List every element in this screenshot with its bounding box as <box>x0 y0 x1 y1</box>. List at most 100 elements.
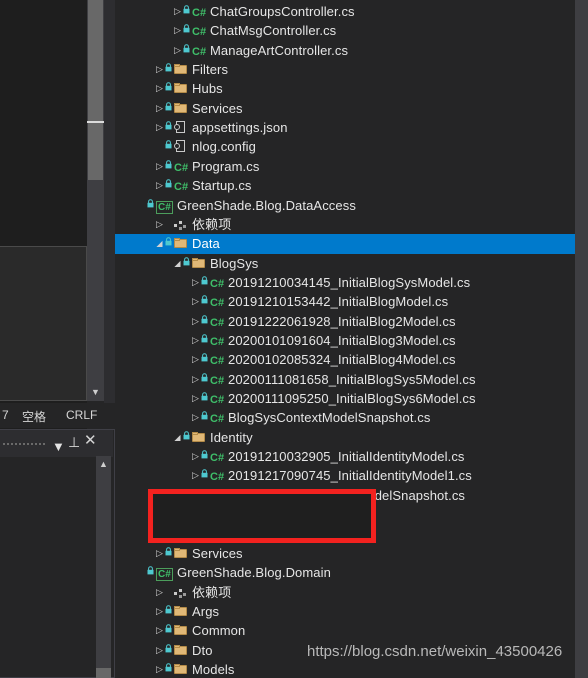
tree-item[interactable]: ▷ C# 20200111095250_InitialBlogSys6Model.c… <box>115 389 575 408</box>
solution-explorer-vertical-scrollbar[interactable] <box>575 0 588 678</box>
chevron-right-icon[interactable]: ▷ <box>190 466 201 485</box>
tree-item[interactable]: ◢ Identity <box>115 428 575 447</box>
lock-icon <box>165 621 174 640</box>
chevron-right-icon[interactable]: ▷ <box>154 99 165 118</box>
tree-item[interactable]: ▷ Filters <box>115 60 575 79</box>
csharp-file-icon: C# <box>192 7 207 19</box>
chevron-down-icon[interactable]: ◢ <box>172 254 183 273</box>
tree-item[interactable]: ▷ C# BlogSysContextModelSnapshot.cs <box>115 408 575 427</box>
tree-item[interactable]: ▷ C# Program.cs <box>115 157 575 176</box>
csharp-file-icon: C# <box>210 374 225 387</box>
tree-item[interactable]: ◢ Data <box>115 234 575 254</box>
tree-item[interactable]: ▷ C# 20200111081658_InitialBlogSys5Model.c… <box>115 370 575 389</box>
csharp-file-icon: C# <box>210 394 225 406</box>
tree-item-label: 依赖项 <box>192 584 232 600</box>
solution-explorer-tree[interactable]: ▷ C# ChatGroupsController.cs ▷ C# ChatMsgCont… <box>115 0 575 678</box>
tree-item[interactable]: ▷ Services <box>115 544 575 563</box>
chevron-right-icon[interactable]: ▷ <box>190 273 201 292</box>
chevron-right-icon[interactable]: ▷ <box>154 157 165 176</box>
folder-icon <box>174 234 192 253</box>
csharp-file-icon: C# <box>210 316 225 329</box>
tree-item[interactable]: ▷ 依赖项 <box>115 215 575 234</box>
chevron-right-icon[interactable]: ▷ <box>190 312 201 331</box>
solution-explorer-scrollbar-track[interactable] <box>575 0 588 678</box>
tree-item[interactable]: ▷ appsettings.json <box>115 118 575 137</box>
tree-item[interactable]: ▷ C# 20191217090745_InitialIdentityModel1.… <box>115 466 575 485</box>
tree-item-label: 20200101091604_InitialBlog3Model.cs <box>228 332 456 348</box>
tree-item[interactable]: ▷ C# 20191210034145_InitialBlogSysModel.cs <box>115 273 575 292</box>
tree-item[interactable]: ▷ C# 20191210153442_InitialBlogModel.cs <box>115 292 575 311</box>
tree-item[interactable]: ▷ C# ManageArtController.cs <box>115 41 575 60</box>
tree-item[interactable]: C# GreenShade.Blog.Domain <box>115 563 575 582</box>
tool-window-scrollbar-thumb[interactable] <box>96 668 111 678</box>
chevron-right-icon[interactable]: ▷ <box>190 350 201 369</box>
chevron-right-icon[interactable]: ▷ <box>154 544 165 563</box>
chevron-right-icon[interactable]: ▷ <box>190 408 201 427</box>
tree-item-label: GreenShade.Blog.Domain <box>177 565 331 581</box>
chevron-right-icon[interactable]: ▷ <box>190 331 201 350</box>
chevron-right-icon[interactable]: ▷ <box>172 41 183 60</box>
chevron-down-icon[interactable]: ◢ <box>172 428 183 447</box>
status-indent-mode[interactable]: 空格 <box>22 408 46 425</box>
tree-item[interactable]: ▷ C# 20200102085324_InitialBlog4Model.cs <box>115 350 575 369</box>
pane-splitter[interactable] <box>104 0 115 403</box>
tool-window-list-area[interactable] <box>0 246 87 401</box>
chevron-right-icon[interactable]: ▷ <box>154 621 165 640</box>
csharp-file-icon: C# <box>174 161 189 174</box>
tree-item[interactable]: ▷ C# ChatMsgController.cs <box>115 21 575 40</box>
chevron-right-icon[interactable]: ▷ <box>190 292 201 311</box>
lock-icon <box>165 544 174 563</box>
editor-scrollbar-down-arrow[interactable]: ▼ <box>87 384 104 401</box>
chevron-right-icon[interactable]: ▷ <box>154 60 165 79</box>
chevron-right-icon[interactable]: ▷ <box>172 2 183 21</box>
chevron-right-icon[interactable]: ▷ <box>154 583 165 602</box>
tree-item[interactable]: nlog.config <box>115 137 575 156</box>
tree-item[interactable]: C# GreenShade.Blog.DataAccess <box>115 196 575 215</box>
pin-icon[interactable]: ⊥ <box>68 434 80 451</box>
tree-item[interactable]: ◢ BlogSys <box>115 254 575 273</box>
dependencies-icon <box>174 215 192 234</box>
editor-vertical-scrollbar[interactable]: ▼ <box>87 0 104 401</box>
tree-item[interactable]: ▷ C# 20200101091604_InitialBlog3Model.cs <box>115 331 575 350</box>
tree-item-label: 20191222061928_InitialBlog2Model.cs <box>228 313 456 329</box>
chevron-right-icon[interactable]: ▷ <box>154 602 165 621</box>
tree-item[interactable]: ▷ Common <box>115 621 575 640</box>
tree-item-label: Filters <box>192 62 229 78</box>
close-icon[interactable]: ✕ <box>84 433 97 449</box>
chevron-right-icon[interactable]: ▷ <box>154 641 165 660</box>
tool-window-header: ▼ ⊥ ✕ <box>0 430 113 457</box>
tool-window-scrollbar-up-arrow[interactable]: ▲ <box>96 456 111 471</box>
lock-icon <box>165 99 174 118</box>
status-line-ending[interactable]: CRLF <box>66 408 97 422</box>
tree-item[interactable]: ▷ C# ChatGroupsController.cs <box>115 2 575 21</box>
lock-icon <box>183 428 192 447</box>
chevron-right-icon[interactable]: ▷ <box>154 79 165 98</box>
tree-item[interactable]: ▷ 依赖项 <box>115 583 575 602</box>
chevron-down-icon[interactable]: ▼ <box>52 439 65 454</box>
tree-item[interactable]: ▷ C# 20191222061928_InitialBlog2Model.cs <box>115 312 575 331</box>
annotation-rectangle <box>148 489 376 543</box>
tree-item[interactable]: ▷ C# 20191210032905_InitialIdentityModel.c… <box>115 447 575 466</box>
chevron-right-icon[interactable]: ▷ <box>190 447 201 466</box>
editor-scrollbar-thumb[interactable] <box>88 0 103 180</box>
tree-item-label: 20191210034145_InitialBlogSysModel.cs <box>228 274 471 290</box>
chevron-right-icon[interactable]: ▷ <box>190 389 201 408</box>
editor-surface[interactable] <box>0 0 87 244</box>
tool-window-vertical-scrollbar[interactable]: ▲ <box>96 456 111 678</box>
tree-item[interactable]: ▷ Models <box>115 660 575 678</box>
tree-item-label: ChatMsgController.cs <box>210 23 337 39</box>
chevron-down-icon[interactable]: ◢ <box>154 234 165 253</box>
chevron-right-icon[interactable]: ▷ <box>172 21 183 40</box>
lock-icon <box>165 118 174 137</box>
tree-item[interactable]: ▷ C# Startup.cs <box>115 176 575 195</box>
chevron-right-icon[interactable]: ▷ <box>190 370 201 389</box>
tree-item[interactable]: ▷ Services <box>115 99 575 118</box>
chevron-right-icon[interactable]: ▷ <box>154 215 165 234</box>
folder-icon <box>174 660 192 678</box>
chevron-right-icon[interactable]: ▷ <box>154 176 165 195</box>
drag-handle-dots-icon[interactable] <box>2 442 46 446</box>
chevron-right-icon[interactable]: ▷ <box>154 660 165 678</box>
chevron-right-icon[interactable]: ▷ <box>154 118 165 137</box>
tree-item[interactable]: ▷ Hubs <box>115 79 575 98</box>
tree-item[interactable]: ▷ Args <box>115 602 575 621</box>
